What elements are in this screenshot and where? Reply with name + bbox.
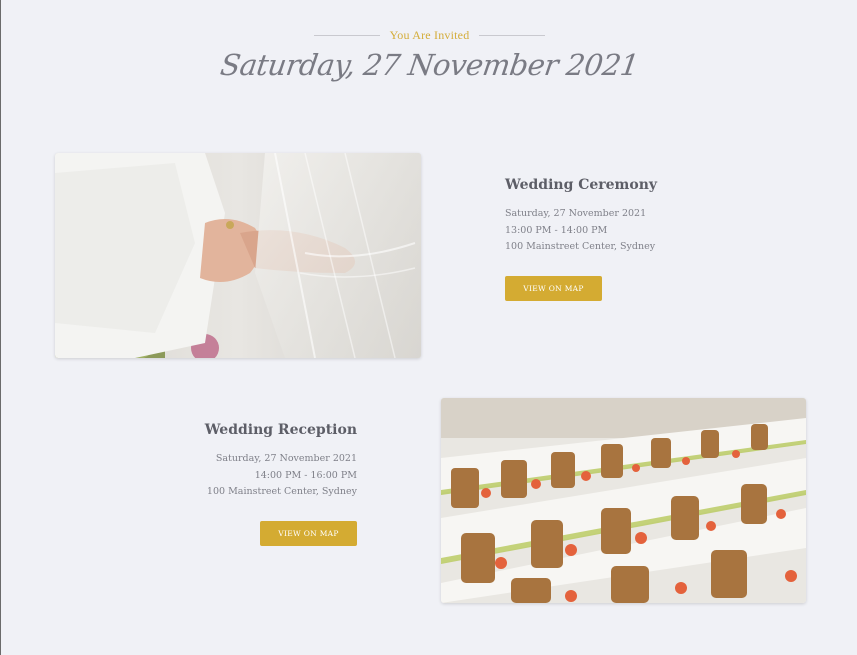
reception-view-on-map-button[interactable]: VIEW ON MAP [260,521,357,546]
reception-details: Saturday, 27 November 2021 14:00 PM - 16… [151,451,357,501]
ceremony-photo [55,153,421,358]
reception-time: 14:00 PM - 16:00 PM [254,469,357,481]
divider-left [313,35,380,36]
ceremony-details: Saturday, 27 November 2021 13:00 PM - 14… [505,206,765,256]
ceremony-view-on-map-button[interactable]: VIEW ON MAP [505,276,602,301]
ceremony-time: 13:00 PM - 14:00 PM [505,224,608,236]
reception-info: Wedding Reception Saturday, 27 November … [151,422,357,501]
divider-right [479,35,546,36]
reception-photo [441,398,806,603]
ceremony-info: Wedding Ceremony Saturday, 27 November 2… [505,177,765,256]
invite-label: You Are Invited [389,28,470,42]
event-date-title: Saturday, 27 November 2021 [218,48,641,82]
invite-header: You Are Invited [1,28,857,43]
reception-date: Saturday, 27 November 2021 [215,453,357,464]
ceremony-title: Wedding Ceremony [505,177,658,193]
ceremony-location: 100 Mainstreet Center, Sydney [505,241,656,252]
reception-title: Wedding Reception [204,422,357,438]
reception-location: 100 Mainstreet Center, Sydney [206,486,357,497]
ceremony-date: Saturday, 27 November 2021 [505,208,647,219]
